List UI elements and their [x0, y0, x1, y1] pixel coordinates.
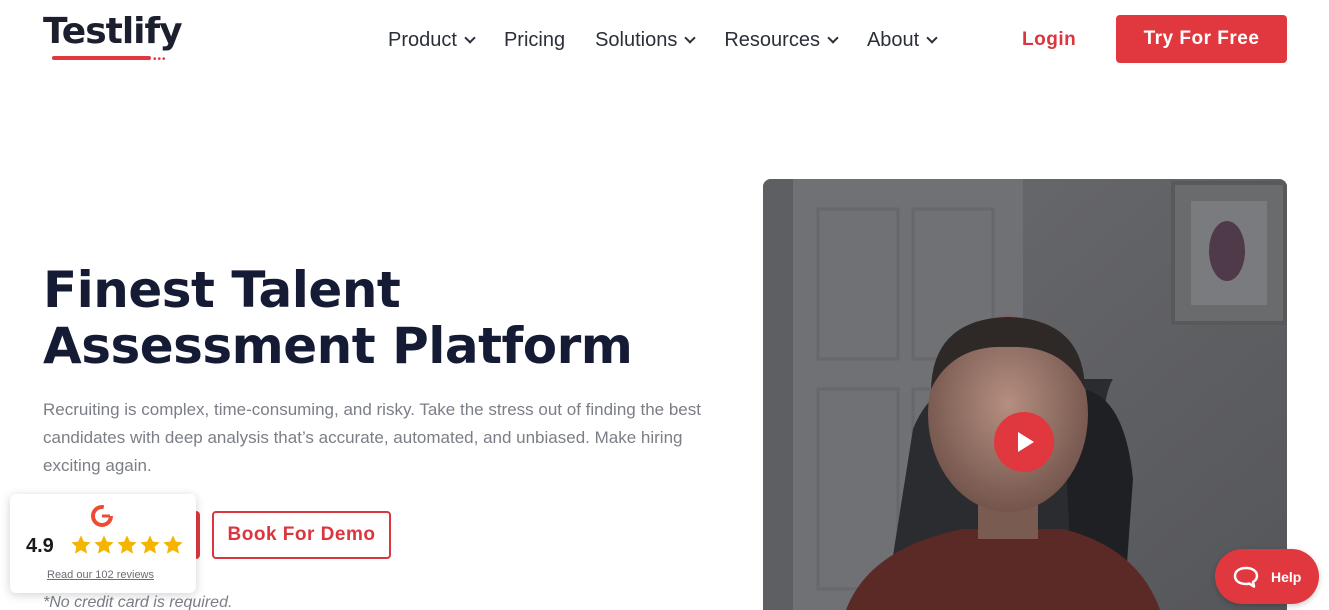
star-rating: [70, 534, 184, 556]
nav-item-label: Solutions: [595, 28, 678, 51]
logo-underline: [52, 56, 151, 60]
nav-item-label: About: [866, 28, 920, 51]
page-title: Finest Talent Assessment Platform: [43, 262, 683, 374]
chat-bubble-icon: [1233, 566, 1259, 588]
logo-text: Testlify: [43, 11, 183, 52]
nav-item-label: Product: [388, 28, 457, 51]
try-for-free-button[interactable]: Try For Free: [1116, 15, 1287, 63]
star-icon: [163, 535, 183, 554]
book-demo-button[interactable]: Book For Demo: [212, 511, 391, 559]
logo-dots: •••: [153, 54, 167, 65]
nav-item-pricing[interactable]: Pricing: [504, 29, 565, 52]
nav-item-label: Resources: [724, 28, 820, 51]
g2-rating-badge: 4.9 Read our 102 reviews: [10, 494, 196, 593]
help-button[interactable]: Help: [1215, 549, 1319, 604]
logo[interactable]: Testlify •••: [43, 11, 183, 65]
nav-item-solutions[interactable]: Solutions: [595, 28, 697, 52]
chevron-down-icon: [684, 31, 697, 44]
g2-reviews-link[interactable]: Read our 102 reviews: [47, 569, 154, 581]
page-title-line-1: Finest Talent: [43, 261, 401, 319]
g2-logo-icon: [91, 505, 113, 527]
g2-rating-value: 4.9: [26, 535, 54, 557]
star-icon: [140, 535, 160, 554]
main-nav: Product Pricing Solutions Resources Abou…: [388, 28, 966, 52]
star-icon: [117, 535, 137, 554]
star-icon: [94, 535, 114, 554]
chevron-down-icon: [464, 31, 476, 44]
video-player[interactable]: [763, 179, 1287, 610]
nav-item-product[interactable]: Product: [388, 28, 476, 52]
nav-item-label: Pricing: [503, 28, 566, 51]
page-title-line-2: Assessment Platform: [43, 317, 633, 375]
play-icon: [1018, 432, 1034, 452]
nav-item-about[interactable]: About: [866, 28, 938, 52]
help-label: Help: [1271, 568, 1302, 585]
chevron-down-icon: [926, 31, 938, 44]
hero-description: Recruiting is complex, time-consuming, a…: [43, 400, 701, 475]
star-icon: [71, 535, 91, 554]
login-link[interactable]: Login: [1022, 29, 1076, 51]
play-button[interactable]: [994, 412, 1054, 472]
video-thumbnail: [763, 179, 1287, 610]
chevron-down-icon: [827, 31, 839, 44]
no-credit-card-note: *No credit card is required.: [43, 594, 233, 610]
nav-item-resources[interactable]: Resources: [724, 28, 839, 52]
